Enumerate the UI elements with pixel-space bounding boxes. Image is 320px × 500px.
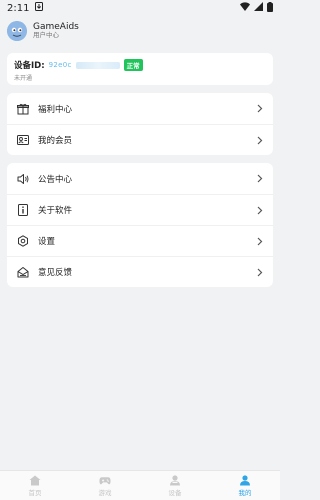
nav-games[interactable]: 游戏: [70, 471, 140, 500]
menu-item-membership[interactable]: 我的会员: [7, 124, 273, 155]
download-icon: [35, 2, 44, 14]
nav-label: 设备: [168, 488, 182, 497]
chevron-right-icon: [256, 267, 264, 277]
battery-icon: [267, 1, 273, 15]
chevron-right-icon: [256, 104, 264, 114]
profile-subtitle: 用户中心: [33, 31, 59, 40]
chevron-right-icon: [256, 236, 264, 246]
menu-item-welfare[interactable]: 福利中心: [7, 93, 273, 124]
nav-device[interactable]: 设备: [140, 471, 210, 500]
menu-label: 公告中心: [38, 174, 73, 185]
nav-label: 首页: [28, 488, 42, 497]
chevron-right-icon: [256, 135, 264, 145]
status-time: 2:11: [7, 2, 30, 14]
nav-mine[interactable]: 我的: [210, 471, 280, 500]
nav-label: 游戏: [98, 488, 112, 497]
gear-icon: [17, 235, 29, 247]
menu-item-feedback[interactable]: 意见反馈: [7, 256, 273, 287]
menu-item-announcements[interactable]: 公告中心: [7, 163, 273, 194]
menu-group-2: 公告中心 关于软件 设置 意见反馈: [7, 163, 273, 287]
device-subtitle: 未开通: [14, 75, 33, 82]
signal-icon: [254, 2, 263, 14]
person-icon: [239, 474, 251, 486]
device-id-label: 设备ID:: [14, 61, 45, 71]
device-card: 设备ID: 92e0c 正常 未开通: [7, 53, 273, 85]
device-icon: [169, 474, 181, 486]
feedback-icon: [17, 266, 29, 278]
gift-icon: [17, 103, 29, 115]
menu-label: 我的会员: [38, 136, 73, 146]
chevron-right-icon: [256, 174, 264, 184]
menu-group-1: 福利中心 我的会员: [7, 93, 273, 155]
speaker-icon: [17, 173, 29, 185]
menu-item-about[interactable]: 关于软件: [7, 194, 273, 225]
profile-header[interactable]: GameAids 用户中心: [0, 16, 280, 46]
status-badge: 正常: [123, 59, 143, 71]
device-id-masked: [75, 61, 120, 69]
menu-item-settings[interactable]: 设置: [7, 225, 273, 256]
info-icon: [17, 204, 29, 216]
menu-label: 设置: [38, 237, 56, 247]
device-id-value: 92e0c: [48, 61, 72, 69]
member-card-icon: [17, 134, 29, 146]
nav-home[interactable]: 首页: [0, 471, 70, 500]
nav-label: 我的: [238, 488, 252, 497]
menu-label: 福利中心: [38, 104, 73, 115]
wifi-icon: [240, 2, 250, 14]
status-bar: 2:11: [0, 0, 280, 16]
chevron-right-icon: [256, 205, 264, 215]
menu-label: 关于软件: [38, 206, 73, 216]
home-icon: [29, 475, 41, 486]
bottom-nav: 首页 游戏 设备 我的: [0, 470, 280, 500]
avatar[interactable]: [7, 21, 27, 41]
menu-label: 意见反馈: [38, 268, 73, 278]
gamepad-icon: [99, 475, 111, 486]
